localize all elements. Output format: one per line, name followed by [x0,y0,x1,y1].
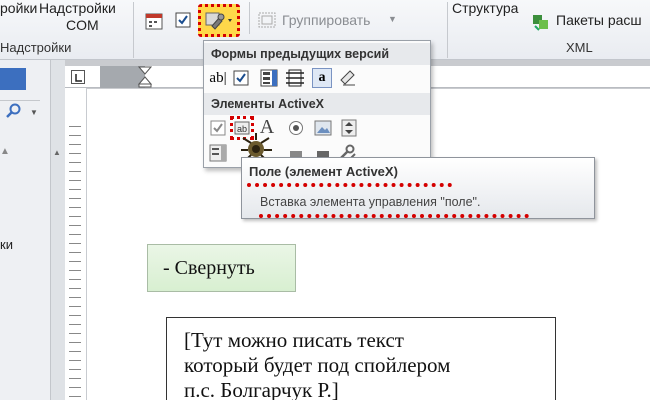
activex-image-icon[interactable] [313,118,333,138]
collapse-button[interactable]: - Свернуть [147,244,296,292]
tooltip-description: Вставка элемента управления "поле". [260,195,481,209]
packages-button[interactable]: Пакеты расш [556,12,642,28]
pane-scrollbar[interactable]: ▲ [50,60,65,400]
ribbon-separator-2 [249,2,250,34]
control-tooltip: Поле (элемент ActiveX) Вставка элемента … [241,157,595,219]
group-icon[interactable] [258,12,276,28]
ribbon-separator-3 [447,2,448,58]
tooltip-description-underline [259,214,529,218]
legacy-forms-header: Формы предыдущих версий [204,43,430,65]
tooltip-title-underline [247,183,452,187]
spoiler-line: который будет под спойлером [184,353,451,377]
spoiler-line: [Тут можно писать текст [184,328,404,352]
controls-dropdown: Формы предыдущих версий ab| a Элементы A… [203,40,431,168]
collapse-triangle-icon[interactable]: ▲ [0,146,10,157]
legacy-textbox-icon[interactable]: a [312,68,332,88]
pane-divider [0,100,40,101]
vertical-ruler[interactable] [65,88,87,400]
activex-header: Элементы ActiveX [204,93,430,115]
spoiler-line: п.с. Болгарчук Р.] [184,378,339,400]
search-icon[interactable] [6,103,22,119]
tab-selector[interactable] [71,70,85,84]
navigation-pane: ▼ ▲ ки [0,60,50,400]
structure-button[interactable]: Структура [452,0,518,16]
date-picker-icon[interactable] [145,12,163,30]
tooltip-title: Поле (элемент ActiveX) [249,164,398,179]
legacy-listbox-icon[interactable] [259,68,279,88]
com-addins-button-label-2[interactable]: COM [66,17,99,33]
checkbox-control-icon[interactable] [174,11,192,29]
spoiler-textbox[interactable]: [Тут можно писать текст который будет по… [166,317,556,400]
group-label-addins: Надстройки [0,40,72,55]
packages-icon[interactable] [531,12,551,32]
group-button[interactable]: Группировать [282,12,370,28]
legacy-text-field-icon[interactable]: ab| [208,68,228,88]
group-label-xml: XML [566,40,593,55]
ruler-ticks [69,118,81,398]
activex-combobox-icon[interactable] [208,143,228,163]
scroll-up-icon[interactable]: ▲ [53,148,61,157]
ribbon-separator [133,2,134,58]
pane-tab[interactable] [0,68,26,90]
eraser-icon[interactable] [338,68,358,88]
collapse-button-label: - Свернуть [163,256,255,279]
addins-button-label[interactable]: ройки [0,0,37,16]
activex-option-button-icon[interactable] [286,118,306,138]
legacy-frame-icon[interactable] [285,68,305,88]
legacy-checkbox-icon[interactable] [231,68,251,88]
chevron-down-icon: ▼ [388,14,397,24]
activex-spin-button-icon[interactable] [339,118,359,138]
nav-pane-label: ки [0,237,13,252]
search-options-chevron-icon[interactable]: ▼ [30,108,38,117]
com-addins-button-label[interactable]: Надстройки [39,0,116,16]
activex-checkbox-icon[interactable] [208,118,228,138]
legacy-tools-button[interactable] [198,4,240,37]
indent-marker-icon[interactable] [138,66,152,88]
